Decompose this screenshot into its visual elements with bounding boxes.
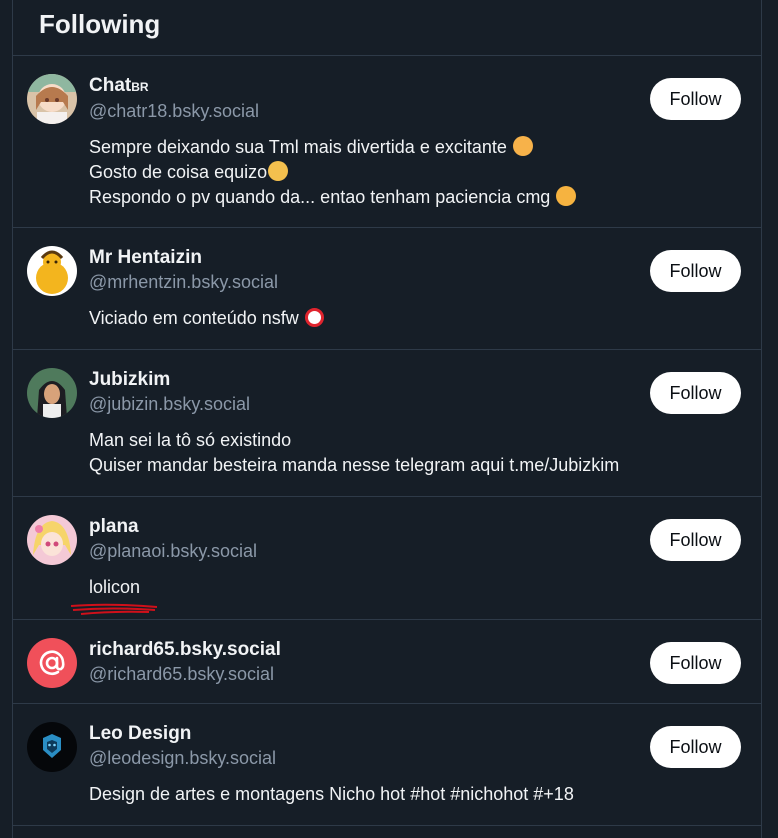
avatar[interactable] [27, 246, 77, 296]
bio-line: Respondo o pv quando da... entao tenham … [89, 185, 741, 210]
avatar[interactable] [27, 515, 77, 565]
user-handle[interactable]: @richard65.bsky.social [89, 662, 741, 686]
no-under-18-icon [304, 308, 324, 327]
user-handle[interactable]: @chatr18.bsky.social [89, 99, 741, 123]
display-name-suffix: BR [131, 80, 149, 94]
at-sign-icon [27, 638, 77, 688]
lion-logo-icon [27, 722, 77, 772]
bio-line: Sempre deixando sua Tml mais divertida e… [89, 135, 741, 160]
kissing-heart-emoji-icon [556, 186, 577, 206]
bio-line: Gosto de coisa equizo [89, 160, 741, 185]
red-underline-annotation [70, 603, 158, 615]
bio-line: Design de artes e montagens Nicho hot #h… [89, 784, 574, 804]
follow-button[interactable]: Follow [650, 519, 741, 561]
user-row[interactable]: plana @planaoi.bsky.social lolicon Follo… [13, 497, 761, 620]
user-row[interactable]: ChatBR @chatr18.bsky.social Sempre deixa… [13, 56, 761, 228]
user-row[interactable]: Leo Design @leodesign.bsky.social Design… [13, 704, 761, 826]
follow-button[interactable]: Follow [650, 250, 741, 292]
user-bio: Design de artes e montagens Nicho hot #h… [89, 782, 741, 807]
user-handle[interactable]: @planaoi.bsky.social [89, 539, 741, 563]
page-header: Following [13, 0, 761, 56]
follow-button[interactable]: Follow [650, 726, 741, 768]
user-row[interactable]: richard65.bsky.social @richard65.bsky.so… [13, 620, 761, 704]
page-title: Following [39, 9, 161, 39]
display-name[interactable]: Jubizkim [89, 368, 741, 392]
avatar[interactable] [27, 74, 77, 124]
user-row[interactable]: Jubizkim @jubizin.bsky.social Man sei la… [13, 350, 761, 497]
display-name[interactable]: plana [89, 515, 741, 539]
user-bio: Man sei la tô só existindo Quiser mandar… [89, 428, 741, 478]
follow-button[interactable]: Follow [650, 372, 741, 414]
avatar[interactable] [27, 638, 77, 688]
user-bio: lolicon [89, 575, 741, 600]
bio-line: Viciado em conteúdo nsfw [89, 306, 741, 331]
bio-line: lolicon [89, 577, 141, 597]
hand-over-mouth-emoji-icon [512, 136, 533, 156]
follow-button[interactable]: Follow [650, 78, 741, 120]
following-list-panel: Following ChatBR @chatr18.bsky.social Se… [12, 0, 762, 838]
user-handle[interactable]: @mrhentzin.bsky.social [89, 270, 741, 294]
avatar[interactable] [27, 368, 77, 418]
follow-button[interactable]: Follow [650, 642, 741, 684]
bio-line: Quiser mandar besteira manda nesse teleg… [89, 455, 620, 475]
display-name[interactable]: ChatBR [89, 74, 741, 99]
user-bio: Sempre deixando sua Tml mais divertida e… [89, 135, 741, 210]
display-name[interactable]: Leo Design [89, 722, 741, 746]
display-name[interactable]: richard65.bsky.social [89, 638, 741, 662]
avatar[interactable] [27, 722, 77, 772]
user-row[interactable]: Mr Hentaizin @mrhentzin.bsky.social Vici… [13, 228, 761, 350]
display-name[interactable]: Mr Hentaizin [89, 246, 741, 270]
bio-line: Man sei la tô só existindo [89, 430, 292, 450]
user-handle[interactable]: @leodesign.bsky.social [89, 746, 741, 770]
pleading-face-emoji-icon [268, 161, 289, 181]
user-bio: Viciado em conteúdo nsfw [89, 306, 741, 331]
user-handle[interactable]: @jubizin.bsky.social [89, 392, 741, 416]
display-name-text: Chat [89, 75, 132, 96]
